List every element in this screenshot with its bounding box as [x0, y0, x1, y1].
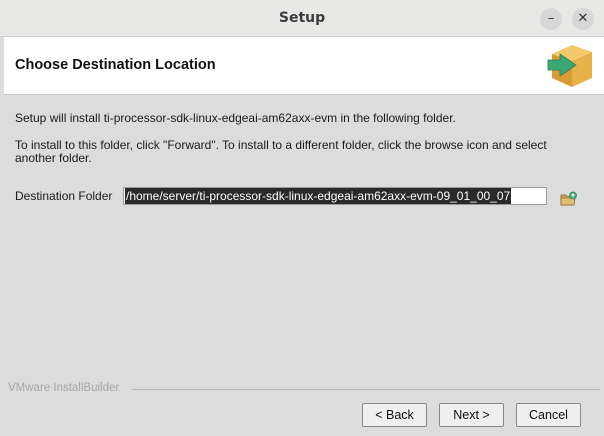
next-button[interactable]: Next >	[439, 403, 504, 427]
page-header: Choose Destination Location	[4, 37, 604, 95]
footer-divider: VMware InstallBuilder	[4, 382, 604, 394]
back-button[interactable]: < Back	[362, 403, 427, 427]
close-icon: ✕	[577, 11, 589, 26]
cancel-button[interactable]: Cancel	[516, 403, 581, 427]
content-panel: Setup will install ti-processor-sdk-linu…	[4, 95, 604, 383]
window-titlebar: Setup – ✕	[0, 0, 604, 37]
install-description: Setup will install ti-processor-sdk-linu…	[15, 111, 456, 125]
installer-box-arrow-icon	[547, 45, 592, 87]
close-button[interactable]: ✕	[572, 8, 594, 30]
destination-label: Destination Folder	[15, 189, 113, 203]
install-instructions: To install to this folder, click "Forwar…	[15, 138, 547, 165]
minimize-button[interactable]: –	[540, 8, 562, 30]
destination-folder-value: /home/server/ti-processor-sdk-linux-edge…	[125, 188, 512, 204]
folder-browse-icon[interactable]	[560, 191, 578, 207]
page-title: Choose Destination Location	[15, 57, 216, 73]
destination-folder-input[interactable]: /home/server/ti-processor-sdk-linux-edge…	[123, 187, 547, 205]
installer-brand-label: VMware InstallBuilder	[8, 382, 123, 394]
footer-rule	[132, 389, 600, 390]
window-title: Setup	[278, 10, 326, 26]
minimize-icon: –	[547, 11, 555, 26]
